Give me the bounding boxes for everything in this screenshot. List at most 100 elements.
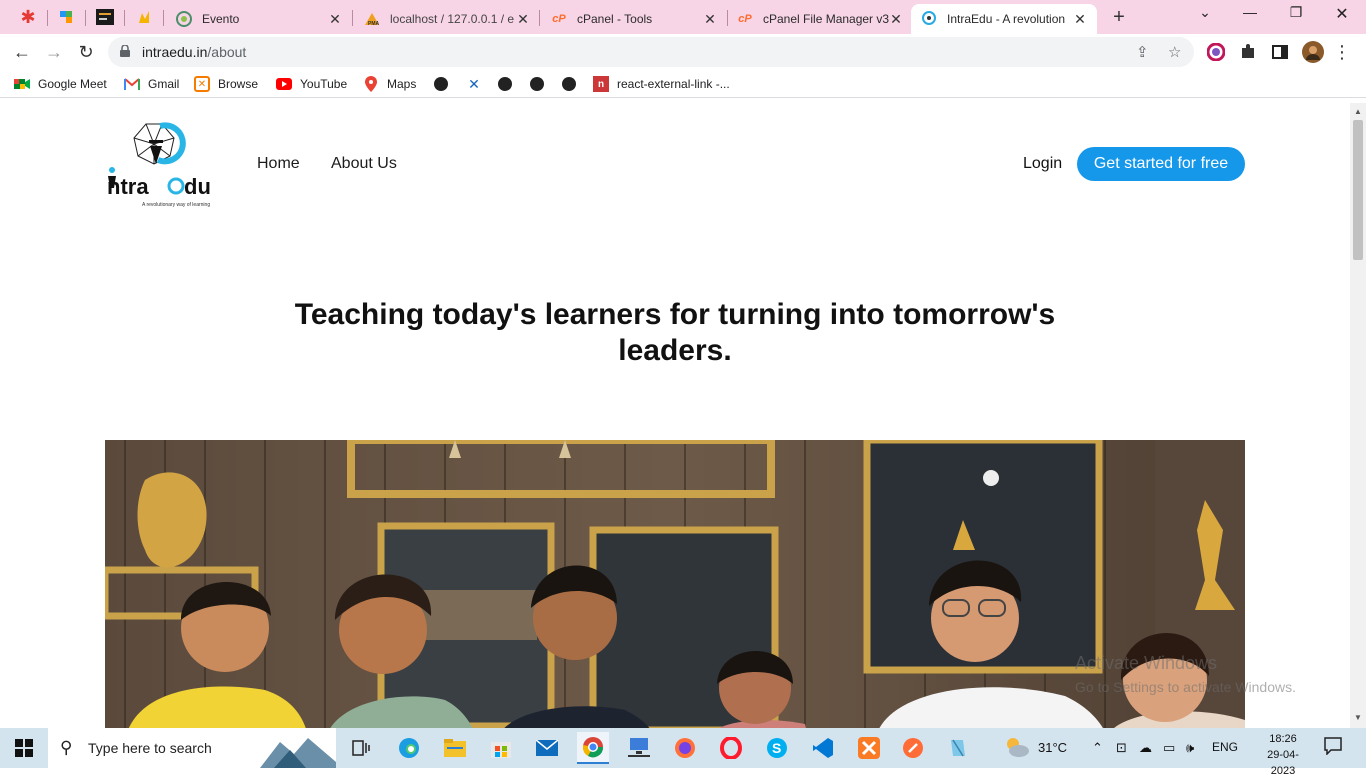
tab-intraedu[interactable]: IntraEdu - A revolution ✕ [911,4,1097,34]
microsoft-store-icon[interactable] [485,732,517,764]
tab-title: IntraEdu - A revolution [947,12,1066,26]
bookmark-browse[interactable]: ✕ Browse [194,75,258,93]
xampp-icon: ✕ [194,76,210,92]
bookmark-globe-3[interactable] [530,75,544,93]
tab-evento[interactable]: Evento ✕ [166,4,352,34]
logo-tagline: A revolutionary way of learning [142,202,210,208]
youtube-icon [276,76,292,92]
bookmark-globe-2[interactable] [498,75,512,93]
scroll-down-arrow-icon[interactable]: ▼ [1354,713,1362,722]
xampp-taskbar-icon[interactable] [853,732,885,764]
forward-arrow-icon[interactable]: → [42,40,66,64]
tray-meet-now-icon[interactable]: ⊡ [1116,740,1127,756]
side-panel-icon[interactable] [1271,43,1289,61]
chrome-menu-icon[interactable]: ⋮ [1330,40,1354,64]
url-text: intraedu.in/about [142,44,246,60]
file-explorer-icon[interactable] [439,732,471,764]
cpanel-icon: cP [738,13,752,25]
globe-icon [498,77,512,91]
watermark-line2: Go to Settings to activate Windows. [1075,679,1296,695]
tray-network-icon[interactable]: ▭ [1163,740,1175,756]
page-scrollbar[interactable]: ▲ ▼ [1350,103,1366,728]
close-icon[interactable]: ✕ [1073,11,1087,28]
svg-text:du: du [184,174,211,199]
taskbar-clock[interactable]: 18:26 29-04-2023 [1258,731,1308,779]
tab-cpanel-tools[interactable]: cP cPanel - Tools ✕ [541,4,727,34]
postman-icon[interactable] [897,732,929,764]
intraedu-logo[interactable]: ntra du A revolutionary way of learning [104,118,218,208]
tray-onedrive-cloud-icon[interactable]: ☁ [1139,740,1152,756]
team-photo [105,440,1245,728]
profile-avatar[interactable] [1302,41,1324,63]
close-icon[interactable]: ✕ [516,11,530,28]
bookmark-cross[interactable]: ✕ [466,75,490,93]
remote-desktop-icon[interactable] [623,732,655,764]
input-language[interactable]: ENG [1212,740,1238,754]
tab-title: cPanel File Manager v3 [763,12,889,26]
tab-separator [539,10,540,26]
nav-about-link[interactable]: About Us [331,155,397,173]
reload-icon[interactable]: ↻ [74,40,98,64]
scroll-up-arrow-icon[interactable]: ▲ [1354,107,1362,116]
tab-title: Evento [202,12,240,26]
nav-home-link[interactable]: Home [257,155,300,173]
logo-wordmark: ntra [107,174,149,199]
tray-chevron-up-icon[interactable]: ⌃ [1092,740,1103,756]
taskbar-search-box[interactable]: ⚲ Type here to search [48,728,336,768]
task-view-icon[interactable] [345,732,377,764]
close-icon[interactable]: ✕ [889,11,903,28]
share-icon[interactable]: ⇪ [1136,43,1149,61]
close-icon[interactable]: ✕ [703,11,717,28]
bookmark-google-meet[interactable]: Google Meet [14,75,107,93]
skype-icon[interactable]: S [761,732,793,764]
maps-pin-icon [363,76,379,92]
firefox-icon[interactable] [669,732,701,764]
pinned-tab-puzzle-icon[interactable] [48,4,84,30]
minimize-icon[interactable]: — [1228,4,1272,26]
restore-icon[interactable]: ❐ [1274,4,1318,26]
bookmark-youtube[interactable]: YouTube [276,75,347,93]
opera-icon[interactable] [715,732,747,764]
mail-icon[interactable] [531,732,563,764]
notepad-icon[interactable] [941,732,973,764]
bookmark-label: Google Meet [38,77,107,91]
browser-tab-strip: ✱ Evento ✕ PMA localhost / 127.0.0.1 / e… [0,0,1366,34]
search-icon: ⚲ [60,738,73,757]
edge-browser-icon[interactable] [393,732,425,764]
vscode-icon[interactable] [807,732,839,764]
notification-center-icon[interactable] [1324,737,1342,758]
tab-cpanel-file-manager[interactable]: cP cPanel File Manager v3 ✕ [727,4,913,34]
start-button[interactable] [0,728,48,768]
get-started-button[interactable]: Get started for free [1077,147,1245,181]
bookmark-globe-1[interactable] [434,75,448,93]
new-tab-plus-icon[interactable]: + [1108,6,1130,29]
cross-x-icon: ✕ [468,75,480,92]
globe-icon [562,77,576,91]
extensions-puzzle-icon[interactable] [1239,43,1257,61]
bookmark-label: react-external-link -... [617,77,730,91]
tray-volume-icon[interactable]: 🕪 [1186,740,1194,756]
address-bar[interactable]: intraedu.in/about ⇪ ☆ [108,37,1194,67]
pinned-tab-asterisk-icon[interactable]: ✱ [10,4,46,30]
window-close-icon[interactable]: ✕ [1320,4,1364,26]
bookmark-react-external-link[interactable]: n react-external-link -... [593,75,730,93]
bookmark-label: Gmail [148,77,180,91]
pinned-tab-hand-icon[interactable] [126,4,162,30]
close-icon[interactable]: ✕ [328,11,342,28]
bookmark-gmail[interactable]: Gmail [124,75,179,93]
tab-search-chevron-icon[interactable]: ⌄ [1183,4,1227,26]
scrollbar-thumb[interactable] [1353,120,1363,260]
color-picker-extension-icon[interactable] [1207,43,1225,61]
weather-cloud-sun-icon[interactable] [1004,736,1030,761]
bookmark-maps[interactable]: Maps [363,75,416,93]
web-page: ntra du A revolutionary way of learning … [0,103,1350,728]
chrome-taskbar-icon[interactable] [577,732,609,764]
tab-phpmyadmin[interactable]: PMA localhost / 127.0.0.1 / e ✕ [354,4,540,34]
weather-temperature[interactable]: 31°C [1038,740,1067,755]
bookmark-star-icon[interactable]: ☆ [1168,43,1181,61]
back-arrow-icon[interactable]: ← [10,40,34,64]
npm-icon: n [593,76,609,92]
bookmark-globe-4[interactable] [562,75,576,93]
pinned-tab-terminal-icon[interactable] [87,4,123,30]
login-link[interactable]: Login [1023,155,1062,173]
